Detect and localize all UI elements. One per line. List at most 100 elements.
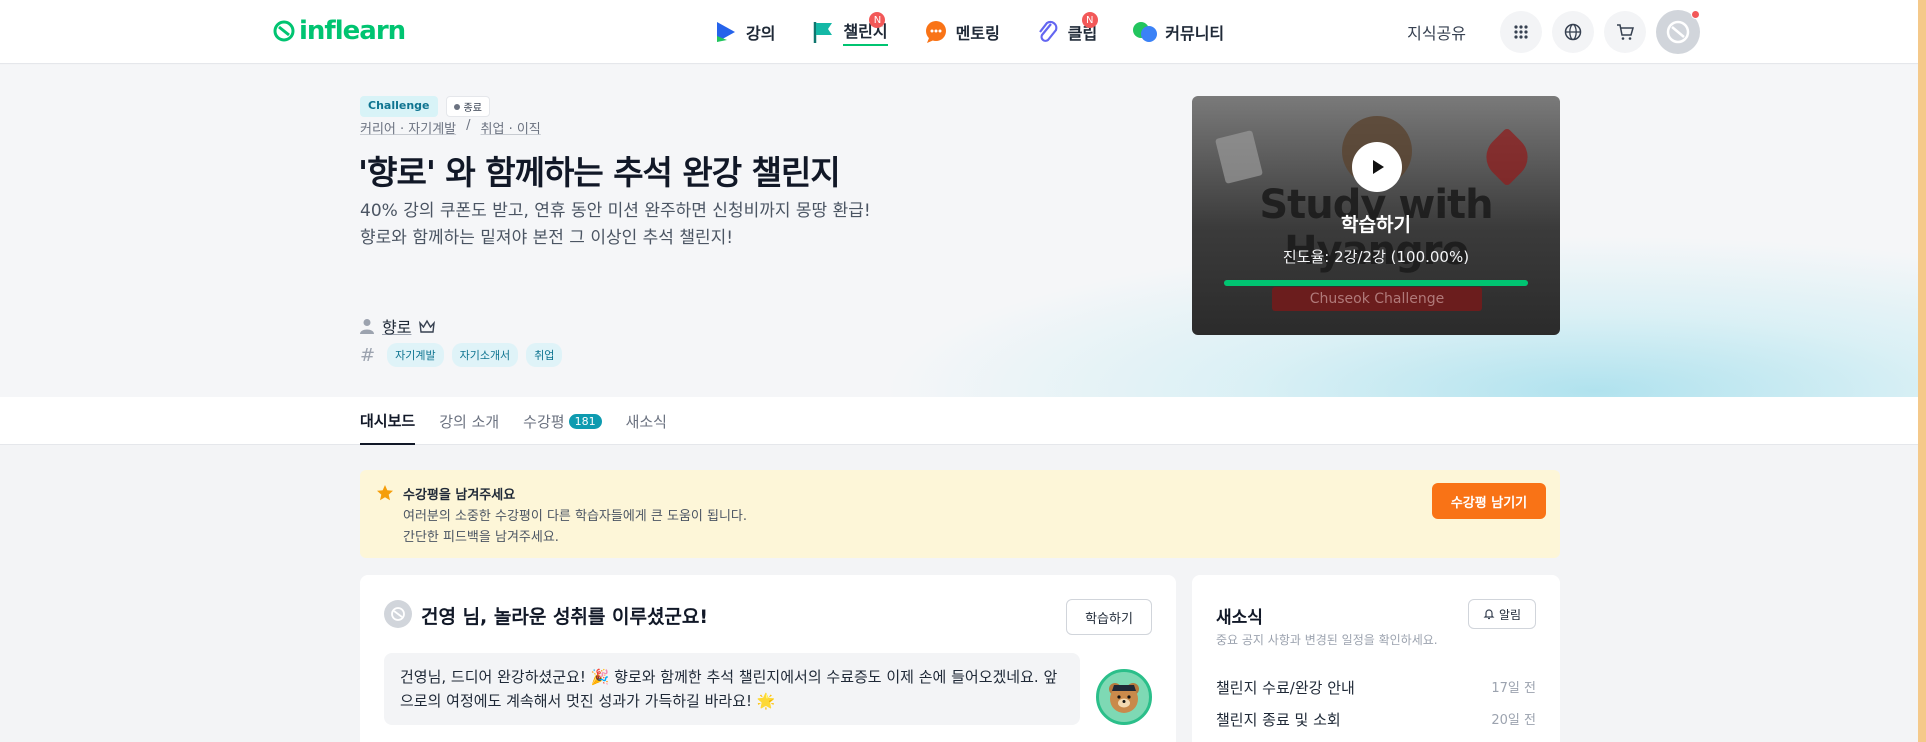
maple-leaf-illustration [1477,127,1537,187]
news-title: 새소식 [1216,608,1263,628]
profile-avatar[interactable] [1656,10,1700,54]
tabs: 대시보드 강의 소개 수강평 181 새소식 [360,397,667,445]
hero-section [0,65,1918,397]
tab-label: 강의 소개 [439,412,500,431]
page-title: '향로' 와 함께하는 추석 완강 챌린지 [358,153,841,192]
flag-icon [809,18,837,46]
review-request-banner: 수강평을 남겨주세요 여러분의 소중한 수강평이 다른 학습자들에게 큰 도움이… [360,470,1560,558]
tab-reviews[interactable]: 수강평 181 [523,397,602,445]
play-icon [712,18,740,46]
progress-text: 진도율: 2강/2강 (100.00%) [1282,248,1470,266]
chat-bubble-icon [922,18,950,46]
banner-title: 수강평을 남겨주세요 [403,488,516,503]
knowledge-share-link[interactable]: 지식공유 [1407,20,1466,44]
tab-label: 대시보드 [360,411,416,430]
clip-icon [1034,18,1062,46]
news-subtitle: 중요 공지 사항과 변경된 일정을 확인하세요. [1216,633,1438,647]
bear-mascot-avatar [1096,669,1152,725]
nav-item-courses[interactable]: 강의 [712,0,775,64]
study-button[interactable]: 학습하기 [1066,599,1152,635]
star-icon [377,485,393,501]
nav-item-clip[interactable]: 클립 N [1034,0,1098,64]
notification-button[interactable]: 알림 [1468,599,1536,629]
hashtag-icon: # [360,344,376,366]
inflearn-logo[interactable]: inflearn [272,14,406,48]
status-badge: 종료 [445,96,490,117]
description-line: 향로와 함께하는 밑져야 본전 그 이상인 추석 챌린지! [360,228,734,248]
nav-right: 지식공유 [1407,0,1700,64]
breadcrumb-career[interactable]: 커리어 · 자기계발 [360,118,456,137]
news-card: 새소식 중요 공지 사항과 변경된 일정을 확인하세요. 알림 챌린지 수료/완… [1192,575,1560,742]
main-nav: 강의 챌린지 N 멘토링 클립 N 커뮤니티 [712,0,1258,64]
tag-chip[interactable]: 자기소개서 [451,343,519,367]
breadcrumb-job[interactable]: 취업 · 이직 [481,118,541,137]
description-line: 40% 강의 쿠폰도 받고, 연휴 동안 미션 완주하면 신청비까지 몽땅 환급… [360,201,871,221]
news-item-time: 17일 전 [1491,681,1536,696]
tab-dashboard[interactable]: 대시보드 [360,397,416,445]
status-label: 종료 [463,103,482,114]
breadcrumb: 커리어 · 자기계발 / 취업 · 이직 [360,118,541,137]
logo-text: inflearn [299,16,406,46]
news-item[interactable]: 챌린지 종료 및 소회 20일 전 [1216,709,1536,730]
bell-icon [1483,609,1495,620]
page-scrollbar[interactable] [1918,0,1926,742]
nav-label: 강의 [746,24,776,43]
cart-button[interactable] [1604,11,1646,53]
progress-bar [1224,280,1528,286]
tag-chip[interactable]: 자기계발 [387,343,444,367]
notification-button-label: 알림 [1498,607,1522,622]
play-icon [1373,160,1384,174]
user-avatar [384,600,412,628]
tab-label: 새소식 [625,412,667,431]
study-label: 학습하기 [1341,214,1411,236]
news-item-title: 챌린지 수료/완강 안내 [1216,679,1355,697]
challenge-description: 40% 강의 쿠폰도 받고, 연휴 동안 미션 완주하면 신청비까지 몽땅 환급… [360,198,871,252]
challenge-tag: Challenge [360,96,438,117]
status-dot-icon [453,103,460,110]
community-icon [1131,18,1159,46]
tab-bar: 대시보드 강의 소개 수강평 181 새소식 [0,397,1918,445]
write-review-button[interactable]: 수강평 남기기 [1432,483,1546,519]
cart-icon [1617,24,1634,40]
status-tags: Challenge 종료 [360,96,490,117]
tab-course-intro[interactable]: 강의 소개 [439,397,499,445]
grid-icon [1514,25,1528,39]
nav-item-community[interactable]: 커뮤니티 [1131,0,1224,64]
tag-chip[interactable]: 취업 [526,343,563,367]
instructor-name[interactable]: 향로 [382,314,411,338]
avatar-icon [391,607,405,621]
globe-icon [1564,23,1582,41]
tab-news[interactable]: 새소식 [626,397,667,445]
news-item-title: 챌린지 종료 및 소회 [1216,711,1341,729]
top-navigation: inflearn 강의 챌린지 N 멘토링 클립 N 커뮤니티 지식공유 [0,0,1926,64]
thumbnail-banner: Chuseok Challenge [1272,287,1482,311]
avatar-icon [1666,20,1690,44]
tag-list: # 자기계발 자기소개서 취업 [360,343,563,367]
video-card[interactable]: Study with Hyangro Chuseok Challenge 학습하… [1192,96,1560,335]
review-count-badge: 181 [568,413,602,429]
language-button[interactable] [1552,11,1594,53]
tab-label: 수강평 [523,412,565,431]
instructor: 향로 [360,314,436,338]
nav-item-mentoring[interactable]: 멘토링 [922,0,1000,64]
new-badge: N [1081,12,1098,28]
congrats-card: 건영 님, 놀라운 성취를 이루셨군요! 학습하기 건영님, 드디어 완강하셨군… [360,575,1176,742]
progress-bar-fill [1224,280,1528,286]
nav-label: 커뮤니티 [1165,24,1225,43]
play-button[interactable] [1352,142,1402,192]
banner-text: 여러분의 소중한 수강평이 다른 학습자들에게 큰 도움이 됩니다. [403,509,748,524]
breadcrumb-separator: / [466,118,471,133]
congrats-message: 건영님, 드디어 완강하셨군요! 🎉 향로와 함께한 추석 챌린지에서의 수료증… [384,653,1080,725]
logo-mark-icon [273,20,295,42]
apps-button[interactable] [1500,11,1542,53]
notification-dot [1691,10,1700,19]
congrats-title: 건영 님, 놀라운 성취를 이루셨군요! [421,606,709,628]
person-icon [360,319,374,334]
crown-icon [419,319,436,333]
book-illustration [1215,130,1263,184]
news-item[interactable]: 챌린지 수료/완강 안내 17일 전 [1216,677,1536,698]
bear-icon [1109,683,1139,713]
news-item-time: 20일 전 [1491,713,1536,728]
nav-item-challenge[interactable]: 챌린지 N [809,0,888,64]
banner-text: 간단한 피드백을 남겨주세요. [403,530,559,545]
